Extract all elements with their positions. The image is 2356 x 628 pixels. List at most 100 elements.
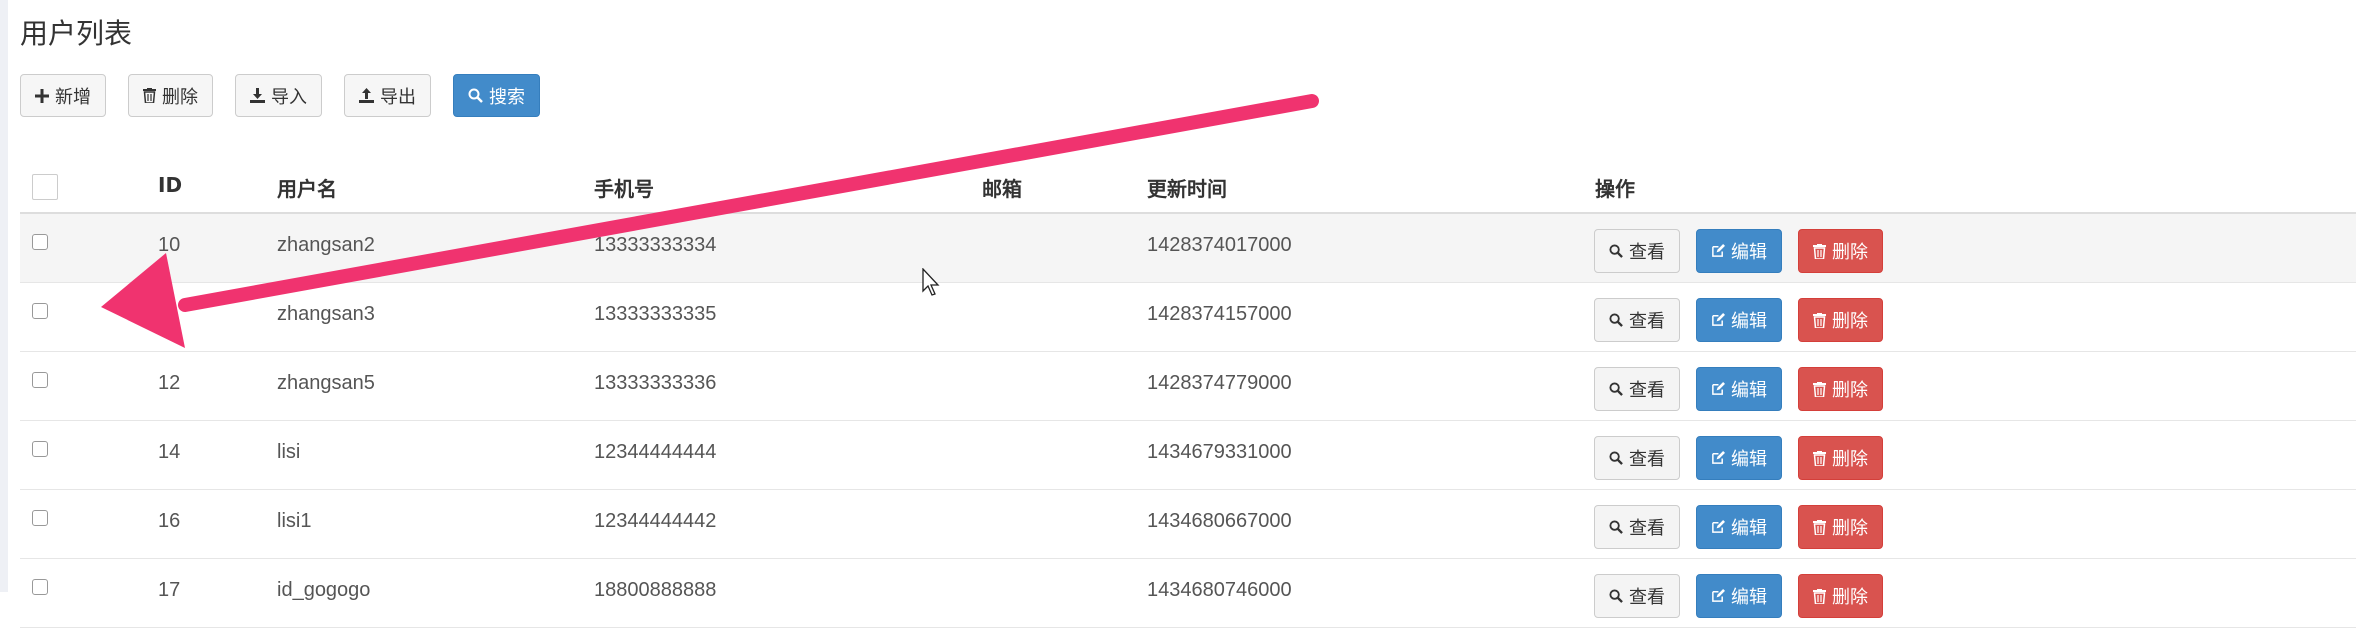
edit-button[interactable]: 编辑: [1696, 574, 1782, 618]
edit-button-label: 编辑: [1731, 311, 1767, 332]
view-button[interactable]: 查看: [1594, 436, 1680, 480]
trash-icon: [1813, 450, 1826, 466]
search-button[interactable]: 搜索: [453, 74, 540, 117]
header-updated: 更新时间: [1147, 177, 1227, 201]
search-icon: [1609, 244, 1623, 258]
view-button-label: 查看: [1629, 518, 1665, 539]
cell-updated: 1428374779000: [1147, 372, 1292, 394]
row-delete-button[interactable]: 删除: [1798, 574, 1883, 618]
cell-phone: 12344444442: [594, 510, 717, 532]
trash-icon: [1813, 312, 1826, 328]
edit-button-label: 编辑: [1731, 587, 1767, 608]
row-checkbox[interactable]: [32, 234, 48, 250]
delete-button[interactable]: 删除: [128, 74, 213, 117]
delete-button-label: 删除: [1832, 242, 1868, 263]
cell-username: zhangsan3: [277, 303, 375, 325]
import-button[interactable]: 导入: [235, 74, 322, 117]
table-row: 12 zhangsan5 13333333336 1428374779000 查看 编辑 删…: [20, 352, 2356, 421]
row-delete-button[interactable]: 删除: [1798, 229, 1883, 273]
row-delete-button[interactable]: 删除: [1798, 298, 1883, 342]
header-id: ID: [158, 173, 183, 197]
cell-username: zhangsan2: [277, 234, 375, 256]
edit-button[interactable]: 编辑: [1696, 436, 1782, 480]
download-icon: [250, 88, 265, 103]
cell-updated: 1434680667000: [1147, 510, 1292, 532]
row-delete-button[interactable]: 删除: [1798, 367, 1883, 411]
trash-icon: [1813, 588, 1826, 604]
delete-button-label: 删除: [1832, 380, 1868, 401]
table-header: ID 用户名 手机号 邮箱 更新时间 操作: [20, 162, 2356, 214]
delete-button-label: 删除: [1832, 518, 1868, 539]
edit-icon: [1711, 382, 1725, 396]
edit-button-label: 编辑: [1731, 449, 1767, 470]
row-actions: 查看 编辑 删除: [1594, 367, 1883, 411]
edit-icon: [1711, 313, 1725, 327]
header-username: 用户名: [277, 177, 337, 201]
table-row: 17 id_gogogo 18800888888 1434680746000 查看 编辑 删…: [20, 559, 2356, 628]
search-icon: [1609, 313, 1623, 327]
search-icon: [1609, 451, 1623, 465]
add-button[interactable]: 新增: [20, 74, 106, 117]
row-delete-button[interactable]: 删除: [1798, 505, 1883, 549]
cell-updated: 1428374017000: [1147, 234, 1292, 256]
view-button[interactable]: 查看: [1594, 505, 1680, 549]
cell-username: zhangsan5: [277, 372, 375, 394]
edit-icon: [1711, 520, 1725, 534]
cell-id: 14: [158, 441, 181, 463]
table-row: 10 zhangsan2 13333333334 1428374017000 查看 编辑 删…: [20, 214, 2356, 283]
cell-updated: 1434680746000: [1147, 579, 1292, 601]
select-all-checkbox[interactable]: [32, 174, 58, 200]
view-button[interactable]: 查看: [1594, 367, 1680, 411]
export-button[interactable]: 导出: [344, 74, 431, 117]
edit-icon: [1711, 451, 1725, 465]
search-button-label: 搜索: [489, 86, 525, 108]
cell-phone: 13333333336: [594, 372, 717, 394]
delete-button-label: 删除: [162, 86, 198, 108]
search-icon: [468, 88, 483, 103]
edit-button-label: 编辑: [1731, 242, 1767, 263]
search-icon: [1609, 382, 1623, 396]
page-title: 用户列表: [20, 17, 133, 50]
row-checkbox[interactable]: [32, 372, 48, 388]
edit-button-label: 编辑: [1731, 518, 1767, 539]
cell-phone: 12344444444: [594, 441, 717, 463]
view-button[interactable]: 查看: [1594, 298, 1680, 342]
delete-button-label: 删除: [1832, 587, 1868, 608]
export-button-label: 导出: [380, 86, 416, 108]
edit-button[interactable]: 编辑: [1696, 367, 1782, 411]
upload-icon: [359, 88, 374, 103]
view-button[interactable]: 查看: [1594, 574, 1680, 618]
view-button-label: 查看: [1629, 311, 1665, 332]
table-row: zhangsan3 13333333335 1428374157000 查看 编辑 删除: [20, 283, 2356, 352]
view-button-label: 查看: [1629, 242, 1665, 263]
mouse-cursor-icon: [922, 268, 940, 296]
view-button-label: 查看: [1629, 587, 1665, 608]
import-button-label: 导入: [271, 86, 307, 108]
row-actions: 查看 编辑 删除: [1594, 505, 1883, 549]
edit-icon: [1711, 589, 1725, 603]
edit-button[interactable]: 编辑: [1696, 298, 1782, 342]
header-email: 邮箱: [982, 177, 1022, 201]
row-checkbox[interactable]: [32, 579, 48, 595]
view-button[interactable]: 查看: [1594, 229, 1680, 273]
row-actions: 查看 编辑 删除: [1594, 574, 1883, 618]
edit-button-label: 编辑: [1731, 380, 1767, 401]
add-button-label: 新增: [55, 86, 91, 108]
header-phone: 手机号: [594, 177, 654, 201]
row-actions: 查看 编辑 删除: [1594, 229, 1883, 273]
toolbar: 新增 删除 导入 导出 搜索: [20, 74, 540, 117]
edit-button[interactable]: 编辑: [1696, 229, 1782, 273]
header-actions: 操作: [1595, 177, 1635, 201]
edit-button[interactable]: 编辑: [1696, 505, 1782, 549]
row-checkbox[interactable]: [32, 303, 48, 319]
view-button-label: 查看: [1629, 380, 1665, 401]
table-row: 14 lisi 12344444444 1434679331000 查看 编辑 删除: [20, 421, 2356, 490]
row-checkbox[interactable]: [32, 441, 48, 457]
user-table: ID 用户名 手机号 邮箱 更新时间 操作 10 zhangsan2 1333333…: [20, 162, 2356, 628]
cell-id: 17: [158, 579, 181, 601]
row-delete-button[interactable]: 删除: [1798, 436, 1883, 480]
cell-username: lisi: [277, 441, 301, 463]
cell-phone: 18800888888: [594, 579, 717, 601]
row-checkbox[interactable]: [32, 510, 48, 526]
view-button-label: 查看: [1629, 449, 1665, 470]
